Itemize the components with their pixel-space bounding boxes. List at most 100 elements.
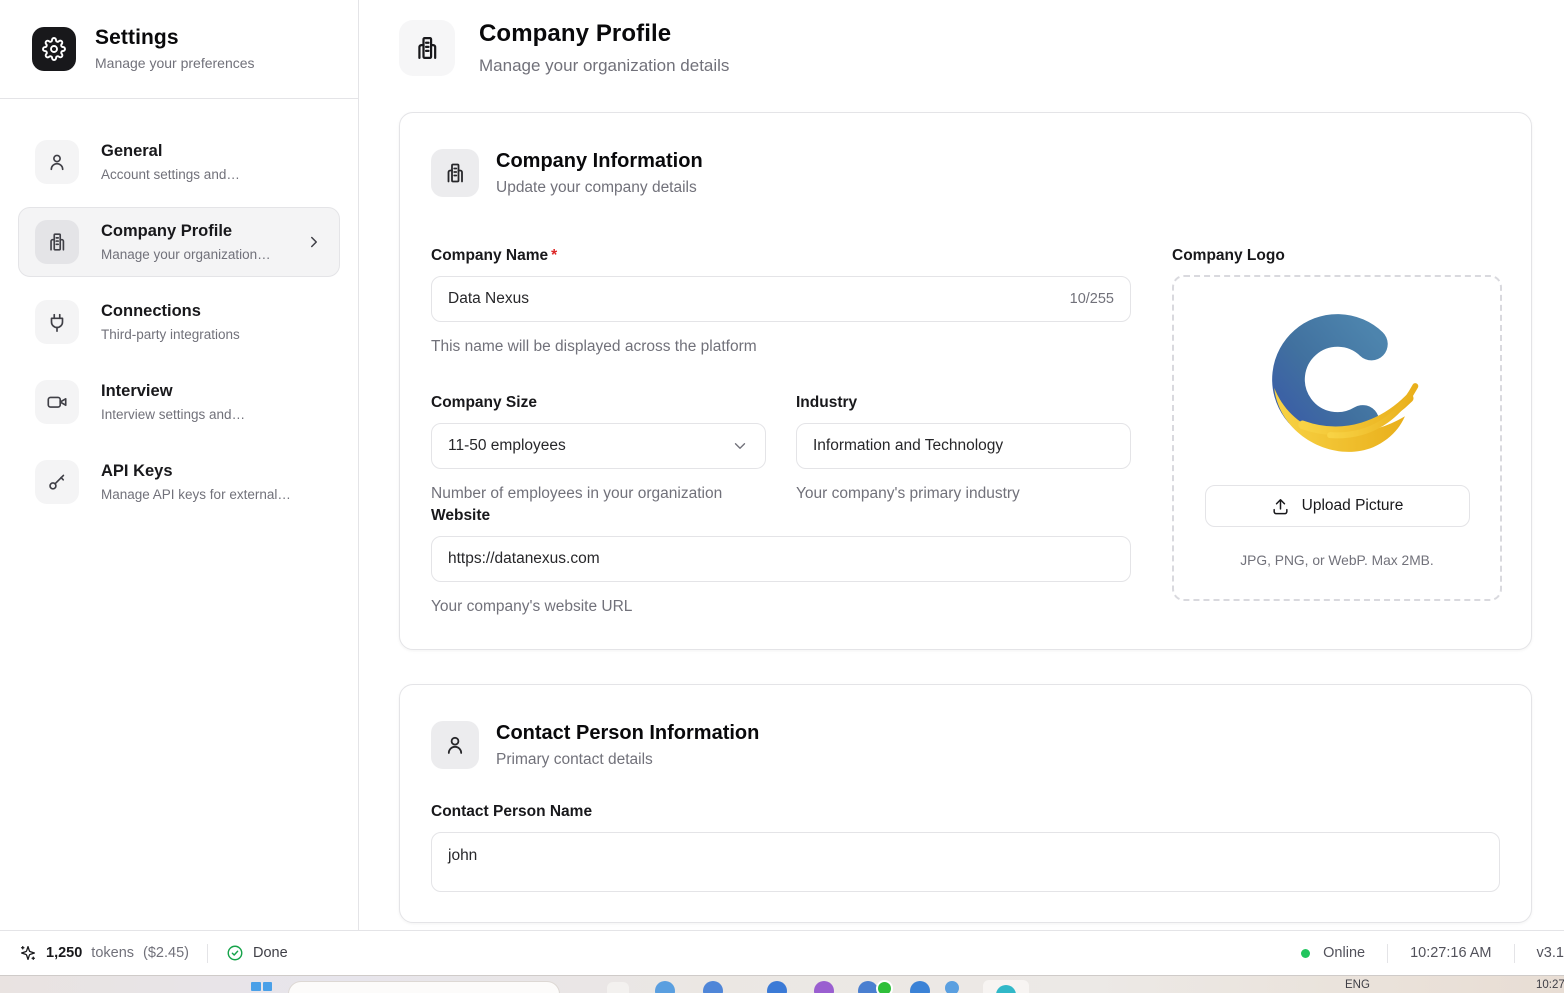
website-value: https://datanexus.com bbox=[448, 550, 600, 568]
logo-hint: JPG, PNG, or WebP. Max 2MB. bbox=[1240, 553, 1433, 568]
upload-icon bbox=[1271, 497, 1290, 516]
website-group: Website https://datanexus.com Your compa… bbox=[431, 507, 1131, 620]
sidebar-subtitle: Manage your preferences bbox=[95, 55, 255, 71]
sidebar-item-connections[interactable]: Connections Third-party integrations bbox=[18, 287, 340, 357]
taskbar-app-icon[interactable] bbox=[703, 981, 723, 993]
taskbar-app-icon[interactable] bbox=[858, 981, 878, 993]
company-name-helper: This name will be displayed across the p… bbox=[431, 335, 1131, 360]
building-icon bbox=[431, 149, 479, 197]
sparkles-icon bbox=[19, 944, 37, 962]
os-taskbar: ENG 10:27 bbox=[0, 975, 1564, 993]
sidebar-item-label: Connections bbox=[101, 302, 240, 321]
token-count: 1,250 bbox=[46, 945, 82, 961]
required-asterisk: * bbox=[551, 247, 557, 264]
taskbar-active-app[interactable] bbox=[983, 980, 1029, 993]
taskbar-app-icon[interactable] bbox=[767, 981, 787, 993]
website-helper: Your company's website URL bbox=[431, 595, 1131, 620]
online-status: Online bbox=[1323, 945, 1365, 961]
sidebar-header: Settings Manage your preferences bbox=[0, 0, 358, 99]
divider bbox=[1514, 944, 1515, 963]
app-version: v3.1.0 bbox=[1537, 945, 1564, 961]
key-icon bbox=[35, 460, 79, 504]
sidebar-item-interview[interactable]: Interview Interview settings and… bbox=[18, 367, 340, 437]
card-header: Contact Person Information Primary conta… bbox=[431, 721, 1500, 769]
company-logo-label: Company Logo bbox=[1172, 247, 1502, 265]
company-name-group: Company Name* Data Nexus 10/255 This nam… bbox=[431, 247, 1131, 360]
sidebar-nav: General Account settings and… Company Pr… bbox=[0, 99, 358, 545]
main-content: Company Profile Manage your organization… bbox=[359, 0, 1564, 930]
card-title: Contact Person Information bbox=[496, 722, 759, 745]
sidebar-item-label: General bbox=[101, 142, 240, 161]
sidebar-item-general[interactable]: General Account settings and… bbox=[18, 127, 340, 197]
divider bbox=[207, 944, 208, 963]
sidebar-item-description: Interview settings and… bbox=[101, 407, 245, 422]
sidebar-item-description: Manage API keys for external… bbox=[101, 487, 291, 502]
chevron-down-icon bbox=[731, 437, 749, 455]
company-information-card: Company Information Update your company … bbox=[399, 112, 1532, 650]
video-camera-icon bbox=[35, 380, 79, 424]
sidebar-item-label: Interview bbox=[101, 382, 245, 401]
taskbar-app-icon[interactable] bbox=[945, 981, 959, 993]
building-icon bbox=[35, 220, 79, 264]
page-header: Company Profile Manage your organization… bbox=[399, 20, 1564, 76]
windows-start-icon[interactable] bbox=[251, 982, 272, 993]
divider bbox=[1387, 944, 1388, 963]
company-size-value: 11-50 employees bbox=[448, 437, 566, 455]
char-counter: 10/255 bbox=[1070, 291, 1114, 307]
sidebar-item-description: Account settings and… bbox=[101, 167, 240, 182]
company-size-label: Company Size bbox=[431, 394, 766, 412]
done-status: Done bbox=[253, 945, 288, 961]
taskbar-clock[interactable]: 10:27 bbox=[1536, 979, 1564, 991]
sidebar-item-company-profile[interactable]: Company Profile Manage your organization… bbox=[18, 207, 340, 277]
company-size-select[interactable]: 11-50 employees bbox=[431, 423, 766, 469]
company-name-label: Company Name* bbox=[431, 247, 1131, 265]
taskbar-app-icon bbox=[996, 985, 1016, 993]
company-name-value: Data Nexus bbox=[448, 290, 529, 308]
upload-button-label: Upload Picture bbox=[1302, 497, 1404, 515]
settings-sidebar: Settings Manage your preferences General… bbox=[0, 0, 359, 930]
plug-icon bbox=[35, 300, 79, 344]
sidebar-item-description: Third-party integrations bbox=[101, 327, 240, 342]
industry-group: Industry Information and Technology Your… bbox=[796, 394, 1131, 507]
user-icon bbox=[35, 140, 79, 184]
check-circle-icon bbox=[226, 944, 244, 962]
app-window: Settings Manage your preferences General… bbox=[0, 0, 1564, 993]
industry-value: Information and Technology bbox=[813, 437, 1003, 455]
online-dot-icon bbox=[1301, 949, 1310, 958]
upload-picture-button[interactable]: Upload Picture bbox=[1205, 485, 1470, 527]
user-icon bbox=[431, 721, 479, 769]
building-icon bbox=[399, 20, 455, 76]
company-size-group: Company Size 11-50 employees Number of e… bbox=[431, 394, 766, 507]
contact-name-input[interactable]: john bbox=[431, 832, 1500, 892]
chevron-right-icon bbox=[305, 233, 323, 251]
company-logo-image bbox=[1251, 295, 1423, 467]
clock-time: 10:27:16 AM bbox=[1410, 945, 1491, 961]
page-subtitle: Manage your organization details bbox=[479, 56, 729, 76]
taskbar-app-icon[interactable] bbox=[655, 981, 675, 993]
industry-label: Industry bbox=[796, 394, 1131, 412]
taskbar-app-icon[interactable] bbox=[814, 981, 834, 993]
card-header: Company Information Update your company … bbox=[431, 149, 1500, 197]
status-bar: 1,250 tokens ($2.45) Done Online 10:27:1… bbox=[0, 930, 1564, 975]
token-label: tokens bbox=[91, 945, 134, 961]
gear-icon bbox=[32, 27, 76, 71]
sidebar-item-description: Manage your organization… bbox=[101, 247, 271, 262]
company-name-input[interactable]: Data Nexus 10/255 bbox=[431, 276, 1131, 322]
contact-name-value: john bbox=[448, 847, 477, 865]
card-subtitle: Update your company details bbox=[496, 179, 703, 197]
taskbar-app-icon[interactable] bbox=[910, 981, 930, 993]
industry-helper: Your company's primary industry bbox=[796, 482, 1131, 507]
website-input[interactable]: https://datanexus.com bbox=[431, 536, 1131, 582]
sidebar-item-label: Company Profile bbox=[101, 222, 271, 241]
taskbar-app-icon[interactable] bbox=[607, 982, 629, 993]
sidebar-item-api-keys[interactable]: API Keys Manage API keys for external… bbox=[18, 447, 340, 517]
company-size-helper: Number of employees in your organization bbox=[431, 482, 766, 507]
logo-dropzone[interactable]: Upload Picture JPG, PNG, or WebP. Max 2M… bbox=[1172, 275, 1502, 601]
taskbar-app-icon[interactable] bbox=[876, 980, 893, 993]
cost-label: ($2.45) bbox=[143, 945, 189, 961]
taskbar-search-box[interactable] bbox=[288, 981, 560, 993]
contact-name-label: Contact Person Name bbox=[431, 803, 1500, 821]
language-indicator[interactable]: ENG bbox=[1345, 979, 1370, 991]
industry-input[interactable]: Information and Technology bbox=[796, 423, 1131, 469]
card-subtitle: Primary contact details bbox=[496, 751, 759, 769]
